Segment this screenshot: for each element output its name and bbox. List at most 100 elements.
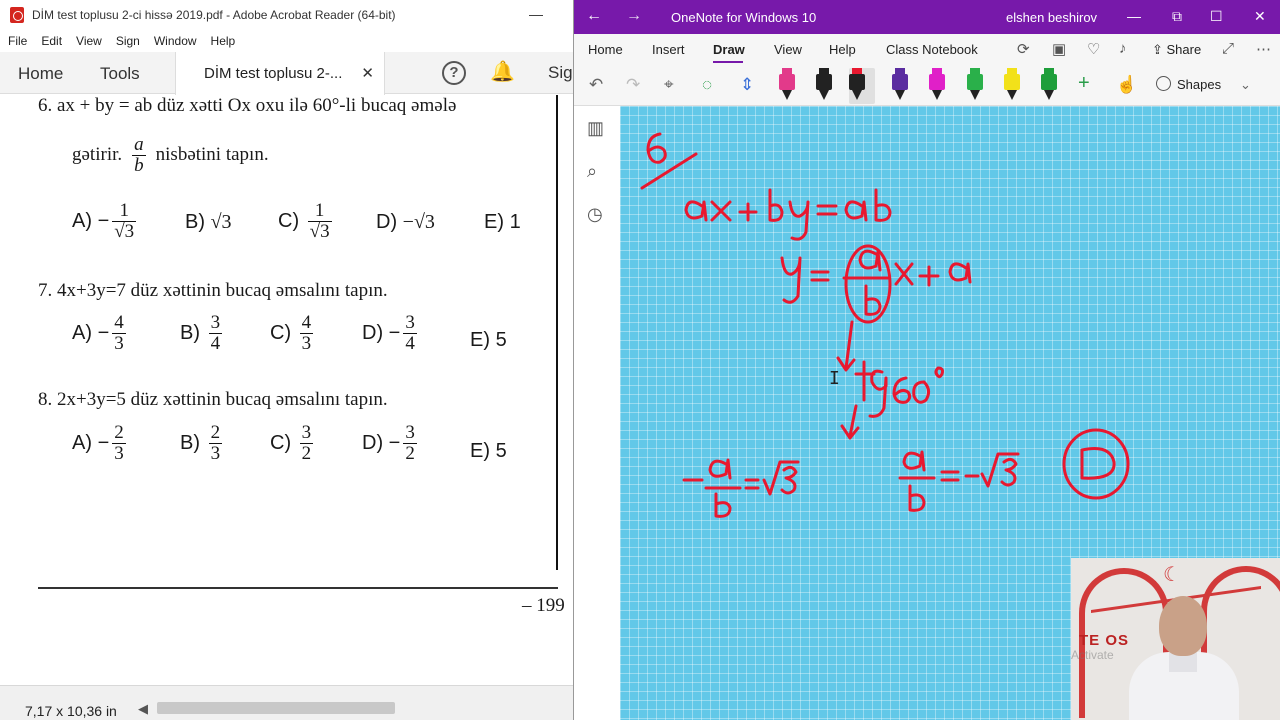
q6-option-c: C) 1 √3 <box>278 200 332 242</box>
ink-tg <box>854 360 888 418</box>
question-7: 7. 4x+3y=7 düz xəttinin bucaq əmsalını t… <box>38 280 388 301</box>
tab-document[interactable]: DİM test toplusu 2-... ✕ <box>175 52 385 95</box>
ink-sqrt3-2 <box>980 452 1020 488</box>
question-6-line1: 6. ax + by = ab düz xətti Ox oxu ilə 60°… <box>38 95 457 116</box>
user-name[interactable]: elshen beshirov <box>1006 10 1097 25</box>
close-tab-icon[interactable]: ✕ <box>361 64 374 82</box>
sign-in-link[interactable]: Sig <box>548 63 573 83</box>
ribbon-tab-draw[interactable]: Draw <box>713 42 745 57</box>
shape-select-icon[interactable]: ◌ <box>702 75 712 95</box>
undo-icon[interactable]: ↶ <box>589 75 603 95</box>
navigation-bar: ▥ ⌕ ◷ <box>574 106 620 720</box>
webcam-logo-text: TE OS <box>1079 632 1130 649</box>
add-pen-icon[interactable]: + <box>1078 72 1090 95</box>
shapes-button[interactable]: Shapes <box>1177 77 1221 92</box>
q8-option-d: D) − 32 <box>362 422 417 464</box>
ribbon-tab-class-notebook[interactable]: Class Notebook <box>886 42 978 57</box>
ink-frac3-b <box>908 484 926 512</box>
share-button[interactable]: ⇪ Share <box>1152 42 1201 58</box>
ink-to-shape-icon[interactable]: ☝ <box>1116 75 1137 95</box>
restore-icon[interactable]: ⧉ <box>1172 8 1182 25</box>
more-icon[interactable]: ⋯ <box>1256 40 1271 58</box>
q7-option-c: C) 43 <box>270 312 314 354</box>
ink-x <box>894 262 914 286</box>
fullscreen-icon[interactable]: ⤢ <box>1222 40 1234 57</box>
menu-sign[interactable]: Sign <box>116 34 140 48</box>
acrobat-titlebar: DİM test toplusu 2-ci hissə 2019.pdf - A… <box>0 0 573 30</box>
menu-view[interactable]: View <box>76 34 102 48</box>
text-cursor-icon: I <box>829 368 840 389</box>
ribbon-tabs: Home Insert Draw View Help Class Noteboo… <box>574 34 1280 64</box>
pdf-page: 6. ax + by = ab düz xətti Ox oxu ilə 60°… <box>0 95 573 685</box>
scroll-left-icon[interactable]: ◀ <box>138 701 148 717</box>
q7-option-d: D) − 34 <box>362 312 417 354</box>
ink-frac2-a <box>708 458 732 480</box>
search-icon[interactable]: ⌕ <box>587 161 597 182</box>
tab-home[interactable]: Home <box>18 64 63 84</box>
notification-bell-icon[interactable]: ♪ <box>1119 40 1127 57</box>
ink-arrow-1 <box>836 320 856 372</box>
q7-option-a: A) − 43 <box>72 312 126 354</box>
pen-pink[interactable] <box>779 68 795 100</box>
onenote-app-title: OneNote for Windows 10 <box>671 10 817 25</box>
tab-tools[interactable]: Tools <box>100 64 140 84</box>
presenter-head <box>1159 596 1207 656</box>
menu-edit[interactable]: Edit <box>41 34 62 48</box>
question-6-nisbetini: nisbətini tapın. <box>155 144 269 166</box>
acrobat-window-title: DİM test toplusu 2-ci hissə 2019.pdf - A… <box>32 8 396 22</box>
page-number: – 199 <box>522 595 565 616</box>
menu-help[interactable]: Help <box>211 34 236 48</box>
insert-space-icon[interactable]: ⇕ <box>740 75 754 95</box>
q8-option-b: B) 23 <box>180 422 223 464</box>
highlighter-yellow[interactable] <box>1004 68 1020 100</box>
q7-option-b: B) 34 <box>180 312 223 354</box>
pen-green[interactable] <box>967 68 983 100</box>
highlighter-magenta[interactable] <box>929 68 945 100</box>
ink-frac-b <box>864 284 882 316</box>
ribbon-tab-help[interactable]: Help <box>829 42 856 57</box>
shapes-icon[interactable] <box>1156 76 1171 91</box>
minimize-icon[interactable]: — <box>529 6 543 22</box>
horizontal-scrollbar[interactable] <box>157 702 395 714</box>
pen-red-selected[interactable] <box>849 68 875 104</box>
menu-file[interactable]: File <box>8 34 27 48</box>
question-8: 8. 2x+3y=5 düz xəttinin bucaq əmsalını t… <box>38 389 388 410</box>
redo-icon[interactable]: ↷ <box>626 75 640 95</box>
back-arrow-icon[interactable]: ← <box>586 7 602 25</box>
pen-dark-green[interactable] <box>1041 68 1057 100</box>
menu-window[interactable]: Window <box>154 34 197 48</box>
screen: DİM test toplusu 2-ci hissə 2019.pdf - A… <box>0 0 1280 720</box>
webcam-overlay: ☾ TE OS Activate <box>1071 558 1280 720</box>
ink-by <box>768 188 810 241</box>
ink-answer-d <box>1080 447 1116 480</box>
notebooks-icon[interactable]: ▥ <box>587 118 604 139</box>
recent-icon[interactable]: ◷ <box>587 204 603 225</box>
ribbon-tab-view[interactable]: View <box>774 42 802 57</box>
forward-arrow-icon[interactable]: → <box>626 7 642 25</box>
ribbon-tab-insert[interactable]: Insert <box>652 42 685 57</box>
q8-option-e: E) 5 <box>470 440 507 462</box>
ribbon-tab-home[interactable]: Home <box>588 42 623 57</box>
question-6-gətirir: gətirir. <box>72 144 123 166</box>
pdf-icon <box>10 7 24 23</box>
q6-option-b: B) √3 <box>185 211 232 233</box>
lasso-select-icon[interactable]: ⌖ <box>664 75 674 95</box>
help-icon[interactable]: ? <box>442 61 466 85</box>
page-dimensions: 7,17 x 10,36 in <box>25 703 117 719</box>
pen-purple[interactable] <box>892 68 908 100</box>
close-icon[interactable]: ✕ <box>1254 8 1266 25</box>
active-tab-indicator <box>713 61 743 63</box>
q7-option-e: E) 5 <box>470 329 507 351</box>
maximize-icon[interactable]: ☐ <box>1210 8 1223 25</box>
lightbulb-icon[interactable]: ♡ <box>1087 40 1100 58</box>
notebook-icon[interactable]: ▣ <box>1052 40 1066 58</box>
bell-icon[interactable]: 🔔 <box>490 59 515 84</box>
sync-icon[interactable]: ⟳ <box>1017 40 1030 58</box>
minimize-icon[interactable]: — <box>1127 8 1141 24</box>
chevron-down-icon[interactable]: ⌄ <box>1240 77 1251 93</box>
ink-problem-number-6 <box>646 132 667 164</box>
document-tab-label: DİM test toplusu 2-... <box>204 65 343 82</box>
ink-arrow-2 <box>840 404 860 440</box>
pen-black[interactable] <box>816 68 832 100</box>
ink-60 <box>892 376 931 404</box>
